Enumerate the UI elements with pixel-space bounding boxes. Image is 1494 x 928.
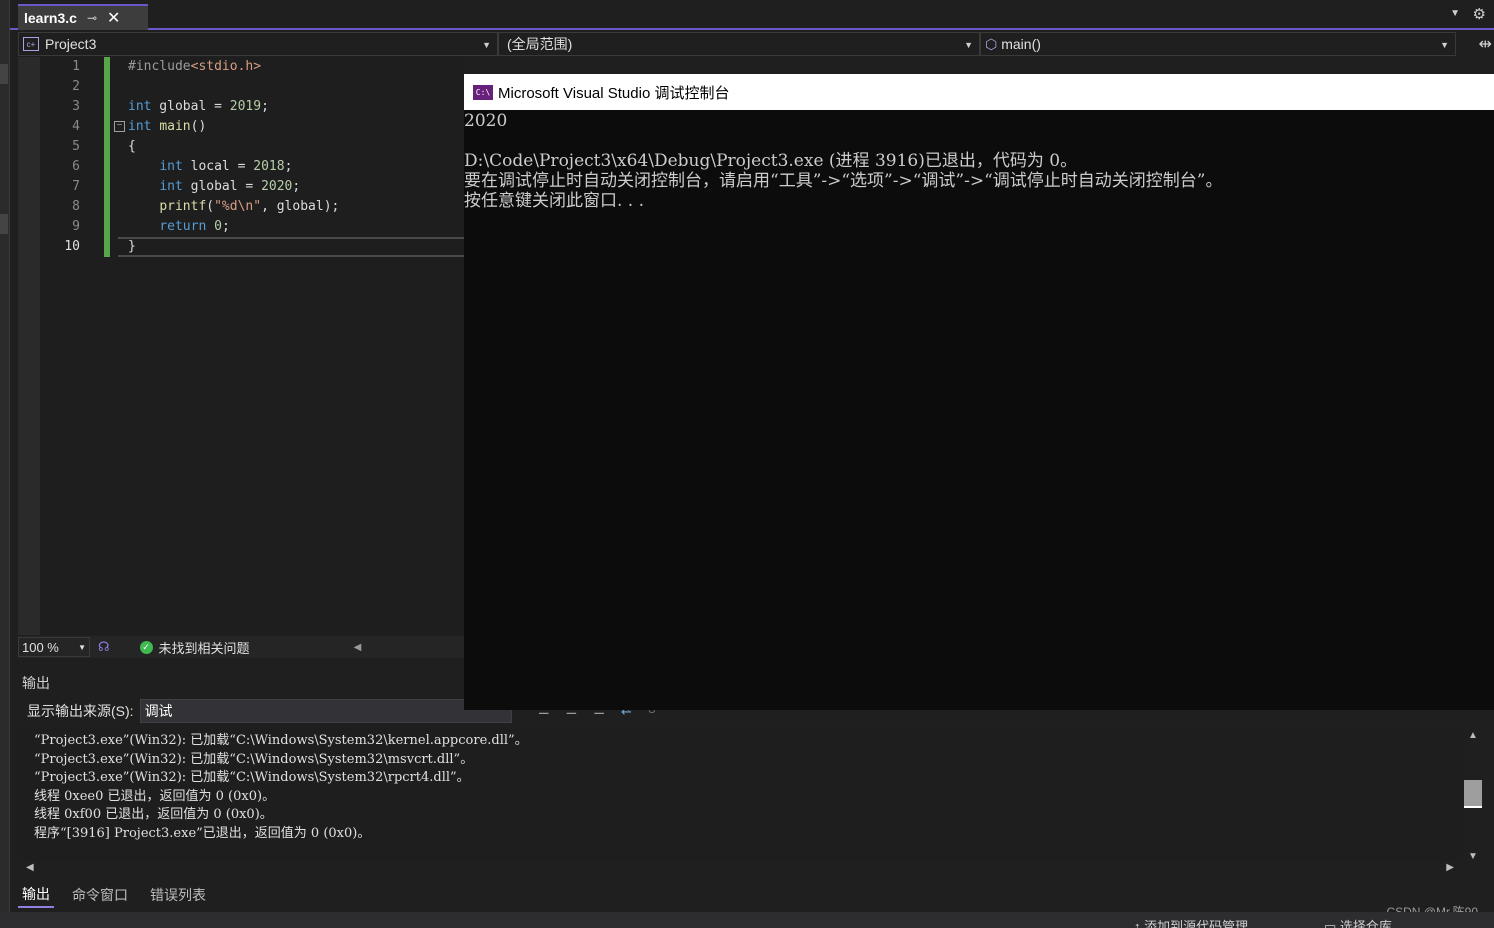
line-number: 2	[72, 79, 80, 94]
code-line[interactable]: printf("%d\n", global);	[128, 197, 464, 217]
line-number: 3	[72, 99, 80, 114]
chevron-down-icon: ▼	[1440, 40, 1449, 50]
console-line: 按任意键关闭此窗口. . .	[464, 191, 645, 211]
output-line: 线程 0xee0 已退出，返回值为 0 (0x0)。	[34, 788, 276, 804]
scroll-left-icon[interactable]: ◀	[354, 642, 362, 653]
console-line: 2020	[464, 111, 508, 131]
line-number: 5	[72, 139, 80, 154]
zoom-level: 100 %	[22, 639, 59, 655]
console-output[interactable]: 2020 D:\Code\Project3\x64\Debug\Project3…	[464, 110, 1494, 211]
project-name: Project3	[45, 36, 97, 52]
scope-label: (全局范围)	[507, 36, 573, 52]
console-line: D:\Code\Project3\x64\Debug\Project3.exe …	[464, 151, 1078, 171]
function-cube-icon: ⬡	[985, 35, 998, 52]
scroll-up-icon[interactable]: ▲	[1468, 730, 1478, 741]
function-dropdown[interactable]: ⬡ main() ▼	[980, 32, 1456, 56]
scroll-down-icon[interactable]: ▼	[1468, 851, 1478, 862]
console-app-icon: C:\	[473, 84, 493, 100]
issues-indicator[interactable]: ✓ 未找到相关问题	[139, 638, 250, 657]
side-tab-marker[interactable]	[0, 214, 8, 234]
select-repository-button[interactable]: ▭ 选择仓库	[1324, 916, 1392, 928]
tab-error-list[interactable]: 错误列表	[146, 883, 210, 907]
left-toolbar-strip	[0, 0, 10, 928]
project-dropdown[interactable]: c+ Project3 ▼	[18, 32, 498, 56]
line-number: 8	[72, 199, 80, 214]
output-line: 程序“[3916] Project3.exe”已退出，返回值为 0 (0x0)。	[34, 825, 371, 841]
document-tab-bar: learn3.c ⊸ ✕ ▼ ⚙	[10, 0, 1494, 30]
code-editor[interactable]: 1 2 3 4 5 6 7 8 9 10 − #include<stdio.h>…	[18, 57, 464, 635]
tab-list-dropdown-icon[interactable]: ▼	[1450, 8, 1460, 19]
chevron-down-icon: ▼	[482, 40, 491, 50]
output-source-value: 调试	[144, 703, 173, 719]
scroll-left-icon[interactable]: ◀	[26, 862, 34, 873]
output-horizontal-scrollbar[interactable]: ◀ ▶	[18, 862, 1462, 876]
editor-status-strip: 100 % ▼ ☊ ✓ 未找到相关问题 ◀	[18, 636, 464, 658]
glyph-margin[interactable]	[18, 57, 40, 635]
scroll-thumb[interactable]	[1464, 780, 1482, 808]
collapse-icon[interactable]: −	[114, 121, 125, 132]
code-line[interactable]: int main()	[128, 117, 464, 137]
gear-icon[interactable]: ⚙	[1473, 5, 1486, 23]
split-window-icon[interactable]: ⇹	[1479, 34, 1492, 54]
code-line[interactable]: int local = 2018;	[128, 157, 464, 177]
code-line[interactable]	[128, 77, 464, 97]
console-line: 要在调试停止时自动关闭控制台，请启用“工具”->“选项”->“调试”->“调试停…	[464, 171, 1223, 191]
code-line[interactable]: int global = 2020;	[128, 177, 464, 197]
navigation-bar: c+ Project3 ▼ (全局范围) ▼ ⬡ main() ▼ ⇹	[18, 32, 1494, 56]
add-to-source-control-button[interactable]: ↑ 添加到源代码管理	[1134, 916, 1248, 928]
output-source-select[interactable]: 调试	[139, 699, 512, 723]
output-vertical-scrollbar[interactable]: ▲ ▼	[1462, 730, 1484, 862]
tab-learn3-c[interactable]: learn3.c ⊸ ✕	[18, 4, 148, 30]
output-panel-title: 输出	[22, 675, 50, 691]
line-number: 6	[72, 159, 80, 174]
zoom-dropdown[interactable]: 100 % ▼	[18, 637, 90, 657]
side-tab-marker[interactable]	[0, 64, 8, 84]
intellicode-icon[interactable]: ☊	[98, 639, 110, 655]
scroll-right-icon[interactable]: ▶	[1446, 862, 1454, 873]
code-line[interactable]: int global = 2019;	[128, 97, 464, 117]
code-line[interactable]: #include<stdio.h>	[128, 57, 464, 77]
chevron-down-icon: ▼	[78, 643, 86, 652]
output-line: “Project3.exe”(Win32): 已加载“C:\Windows\Sy…	[34, 770, 470, 786]
tool-window-tabs: 输出 命令窗口 错误列表	[18, 882, 1494, 908]
function-name: main()	[1001, 36, 1041, 52]
tab-output[interactable]: 输出	[18, 882, 54, 908]
check-icon: ✓	[139, 640, 153, 654]
code-line[interactable]: }	[128, 237, 464, 257]
console-title: Microsoft Visual Studio 调试控制台	[498, 84, 730, 102]
line-number: 10	[64, 239, 80, 254]
console-titlebar[interactable]: C:\ Microsoft Visual Studio 调试控制台	[464, 74, 1494, 110]
line-number: 4	[72, 119, 80, 134]
code-lines[interactable]: #include<stdio.h> int global = 2019; int…	[128, 57, 464, 257]
line-number: 1	[72, 59, 80, 74]
output-line: 线程 0xf00 已退出，返回值为 0 (0x0)。	[34, 807, 273, 823]
pin-icon[interactable]: ⊸	[87, 11, 97, 25]
chevron-down-icon: ▼	[964, 40, 973, 50]
issues-text: 未找到相关问题	[158, 640, 250, 656]
line-number: 7	[72, 179, 80, 194]
output-source-label: 显示输出来源(S):	[27, 703, 134, 719]
tab-command-window[interactable]: 命令窗口	[68, 883, 132, 907]
add-to-source-control-label: 添加到源代码管理	[1144, 919, 1249, 928]
scope-dropdown[interactable]: (全局范围) ▼	[498, 32, 980, 56]
output-line: “Project3.exe”(Win32): 已加载“C:\Windows\Sy…	[34, 751, 474, 767]
project-icon: c+	[23, 37, 39, 51]
select-repository-label: 选择仓库	[1339, 919, 1392, 928]
debug-console-window[interactable]: C:\ Microsoft Visual Studio 调试控制台 2020 D…	[464, 74, 1494, 710]
output-line: “Project3.exe”(Win32): 已加载“C:\Windows\Sy…	[34, 733, 528, 748]
close-icon[interactable]: ✕	[107, 8, 120, 28]
tab-title: learn3.c	[24, 10, 77, 26]
line-number: 9	[72, 219, 80, 234]
line-number-gutter: 1 2 3 4 5 6 7 8 9 10	[40, 57, 84, 257]
change-tracking-bar	[104, 57, 110, 257]
output-text-area[interactable]: “Project3.exe”(Win32): 已加载“C:\Windows\Sy…	[18, 728, 1462, 860]
code-line[interactable]: return 0;	[128, 217, 464, 237]
status-bar: ↑ 添加到源代码管理 ▭ 选择仓库	[0, 912, 1494, 928]
code-line[interactable]: {	[128, 137, 464, 157]
